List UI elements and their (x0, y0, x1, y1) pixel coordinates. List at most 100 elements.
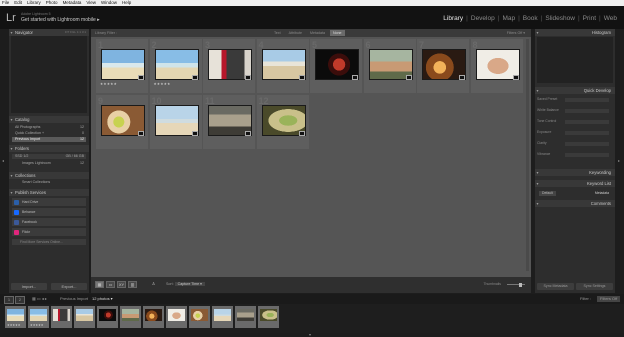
grid-cell[interactable]: 2 ★★★★★ (149, 39, 202, 93)
grid-cell[interactable]: 11 (203, 95, 255, 149)
filter-tab-text[interactable]: Text (271, 29, 284, 37)
grid-cell[interactable]: 4 (256, 39, 309, 93)
edit-badge-icon[interactable] (191, 75, 198, 80)
filter-preset[interactable]: Filters Off ▾ (507, 29, 525, 37)
publish-behance[interactable]: Behance (12, 208, 86, 216)
thumbnail-size-slider[interactable] (507, 282, 525, 287)
quick-develop-header[interactable]: Quick Develop (535, 87, 615, 94)
grid-cell[interactable]: 12 (256, 95, 309, 149)
grid-cell[interactable]: 3 (203, 39, 255, 93)
keywording-header[interactable]: Keywording (535, 169, 615, 176)
filmstrip-thumbnail[interactable] (74, 306, 95, 328)
edit-badge-icon[interactable] (245, 75, 251, 80)
filmstrip-thumbnail[interactable]: ★★★★★ (28, 306, 49, 328)
sync-metadata-button[interactable]: Sync Metadata (537, 283, 574, 290)
catalog-item-all-photographs[interactable]: All Photographs 12 (12, 125, 86, 130)
grid-cell[interactable]: 10 (149, 95, 202, 149)
module-slideshow[interactable]: Slideshow (542, 15, 578, 22)
edit-badge-icon[interactable] (138, 131, 144, 136)
navigator-header[interactable]: NavigatorFIT FILL 1:1 3:1 (9, 29, 89, 36)
left-panel-toggle-icon[interactable]: ◂ (2, 158, 4, 163)
edit-badge-icon[interactable] (191, 131, 198, 136)
catalog-item-previous-import[interactable]: Previous Import 12 (12, 137, 86, 142)
edit-badge-icon[interactable] (512, 75, 519, 80)
grid-view-button[interactable]: ▦ (95, 281, 104, 288)
module-develop[interactable]: Develop (468, 15, 498, 22)
filmstrip-thumbnail[interactable] (235, 306, 256, 328)
folders-header[interactable]: Folders (9, 145, 89, 152)
filmstrip-thumbnail[interactable] (51, 306, 72, 328)
publish-facebook[interactable]: Facebook (12, 218, 86, 226)
filmstrip-thumbnail[interactable] (258, 306, 279, 328)
painter-icon[interactable]: ♙ (149, 281, 158, 288)
filmstrip-thumbnail[interactable] (189, 306, 210, 328)
grid-cell[interactable]: 9 (96, 95, 148, 149)
edit-badge-icon[interactable] (298, 75, 305, 80)
filter-tab-none[interactable]: None (329, 30, 345, 36)
find-more-services-button[interactable]: Find More Services Online... (12, 239, 86, 245)
metadata-preset[interactable]: Default Metadata (537, 191, 613, 196)
loupe-view-button[interactable]: ▭ (106, 281, 115, 288)
smart-collections[interactable]: Smart Collections (12, 180, 86, 185)
photo-count[interactable]: 12 photos ▾ (92, 294, 113, 304)
sync-settings-button[interactable]: Sync Settings (576, 283, 613, 290)
identity-title[interactable]: Get started with Lightroom mobile ▸ (21, 17, 100, 23)
filter-tab-metadata[interactable]: Metadata (307, 29, 328, 37)
star-rating[interactable]: ★★★★★ (100, 82, 117, 86)
edit-badge-icon[interactable] (138, 75, 144, 80)
grid-cell[interactable]: 5 (310, 39, 362, 93)
navigator-preview[interactable] (11, 36, 87, 113)
filmstrip-thumbnail[interactable] (166, 306, 187, 328)
quick-develop-control[interactable] (565, 119, 609, 124)
filmstrip-filter-value[interactable]: Filters Off (597, 296, 621, 302)
module-web[interactable]: Web (601, 15, 620, 22)
filter-tab-attribute[interactable]: Attribute (286, 29, 305, 37)
quick-develop-control[interactable] (565, 141, 609, 146)
star-rating[interactable]: ★★★★★ (154, 82, 171, 86)
sort-control[interactable]: Sort: Capture Time ▾ (166, 281, 205, 288)
quick-develop-control[interactable] (565, 108, 609, 113)
grid-cell[interactable]: 1 ★★★★★ (96, 39, 148, 93)
edit-badge-icon[interactable] (459, 75, 465, 80)
filmstrip-thumbnail[interactable] (97, 306, 118, 328)
module-print[interactable]: Print (580, 15, 599, 22)
module-book[interactable]: Book (520, 15, 541, 22)
edit-badge-icon[interactable] (352, 75, 358, 80)
edit-badge-icon[interactable] (298, 131, 305, 136)
right-panel-toggle-icon[interactable]: ▸ (618, 158, 620, 163)
grid-scrollbar[interactable] (526, 39, 529, 271)
filmstrip-thumbnail[interactable] (143, 306, 164, 328)
window-1-button[interactable]: 1 (4, 296, 14, 304)
edit-badge-icon[interactable] (405, 75, 412, 80)
compare-view-button[interactable]: XY (117, 281, 126, 288)
grid-cell[interactable]: 6 (363, 39, 416, 93)
quick-develop-control[interactable] (565, 130, 609, 135)
import-button[interactable]: Import... (11, 283, 47, 290)
quick-develop-control[interactable] (565, 97, 609, 102)
publish-services-header[interactable]: Publish Services (9, 189, 89, 196)
grid-cell[interactable]: 8 (470, 39, 523, 93)
folder-images-lightroom[interactable]: Images Lightroom 12 (12, 161, 86, 166)
module-library[interactable]: Library (440, 15, 466, 22)
edit-badge-icon[interactable] (245, 131, 251, 136)
catalog-header[interactable]: Catalog (9, 116, 89, 123)
filmstrip-thumbnail[interactable] (120, 306, 141, 328)
histogram-header[interactable]: Histogram (535, 29, 615, 36)
grid-icon[interactable]: ▦ ▭ ◂ ▸ (32, 294, 47, 304)
survey-view-button[interactable]: ▥ (128, 281, 137, 288)
publish-flickr[interactable]: Flickr (12, 228, 86, 236)
grid-cell[interactable]: 7 (417, 39, 469, 93)
publish-hard-drive[interactable]: Hard Drive (12, 198, 86, 206)
catalog-item-quick-collection[interactable]: Quick Collection +0 (12, 131, 86, 136)
window-2-button[interactable]: 2 (15, 296, 25, 304)
filmstrip-toggle-icon[interactable]: ▾ (309, 332, 311, 337)
folder-drive[interactable]: SSD 1/2 GB / 66 GB (12, 154, 86, 159)
source-label[interactable]: Previous Import (60, 294, 88, 304)
filmstrip-thumbnail[interactable] (212, 306, 233, 328)
filmstrip-thumbnail[interactable]: ★★★★★ (5, 306, 26, 328)
collections-header[interactable]: Collections (9, 172, 89, 179)
module-map[interactable]: Map (499, 15, 518, 22)
sort-value[interactable]: Capture Time ▾ (174, 282, 205, 286)
keyword-list-header[interactable]: Keyword List (535, 180, 615, 187)
export-button[interactable]: Export... (51, 283, 87, 290)
